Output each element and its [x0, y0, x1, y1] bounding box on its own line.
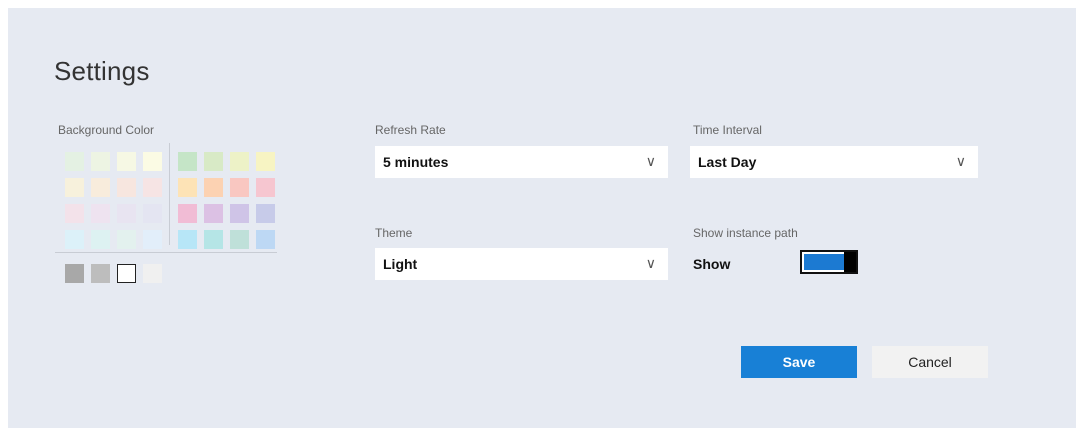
- chevron-down-icon: ∨: [955, 154, 966, 170]
- refresh-rate-value: 5 minutes: [383, 154, 449, 170]
- color-swatch[interactable]: [204, 178, 223, 197]
- toggle-fill: [804, 254, 844, 270]
- color-swatch[interactable]: [117, 204, 136, 223]
- toggle-knob[interactable]: [844, 252, 856, 272]
- color-swatch[interactable]: [143, 204, 162, 223]
- color-swatch[interactable]: [143, 152, 162, 171]
- color-swatch[interactable]: [256, 204, 275, 223]
- page-title: Settings: [54, 56, 150, 86]
- color-swatch[interactable]: [143, 178, 162, 197]
- color-swatch[interactable]: [91, 264, 110, 283]
- color-swatch[interactable]: [256, 230, 275, 249]
- color-swatch[interactable]: [230, 204, 249, 223]
- color-swatch[interactable]: [65, 230, 84, 249]
- color-swatch[interactable]: [65, 178, 84, 197]
- color-swatch[interactable]: [204, 230, 223, 249]
- color-swatch[interactable]: [117, 230, 136, 249]
- refresh-rate-label: Refresh Rate: [375, 123, 446, 137]
- color-swatch[interactable]: [143, 264, 162, 283]
- color-swatch[interactable]: [178, 204, 197, 223]
- color-swatch[interactable]: [204, 204, 223, 223]
- color-swatch[interactable]: [230, 178, 249, 197]
- color-swatch[interactable]: [256, 178, 275, 197]
- chevron-down-icon: ∨: [645, 154, 656, 170]
- save-button[interactable]: Save: [741, 346, 857, 378]
- color-swatch[interactable]: [178, 152, 197, 171]
- color-swatch[interactable]: [91, 230, 110, 249]
- show-instance-path-label: Show instance path: [693, 226, 798, 240]
- palette-divider-horizontal: [55, 252, 277, 253]
- show-instance-path-toggle[interactable]: [800, 250, 858, 274]
- color-swatch[interactable]: [143, 230, 162, 249]
- theme-select[interactable]: Light ∨: [375, 248, 668, 280]
- color-swatch[interactable]: [178, 178, 197, 197]
- color-swatch[interactable]: [65, 204, 84, 223]
- theme-label: Theme: [375, 226, 413, 240]
- cancel-button[interactable]: Cancel: [872, 346, 988, 378]
- color-swatch[interactable]: [204, 152, 223, 171]
- time-interval-select[interactable]: Last Day ∨: [690, 146, 978, 178]
- color-swatch[interactable]: [65, 264, 84, 283]
- palette-divider-vertical: [169, 143, 170, 245]
- color-swatch[interactable]: [91, 178, 110, 197]
- theme-value: Light: [383, 256, 418, 272]
- chevron-down-icon: ∨: [645, 256, 656, 272]
- color-swatch[interactable]: [117, 178, 136, 197]
- color-swatch[interactable]: [91, 204, 110, 223]
- color-swatch[interactable]: [178, 230, 197, 249]
- background-color-label: Background Color: [58, 123, 155, 137]
- color-swatch[interactable]: [91, 152, 110, 171]
- time-interval-value: Last Day: [698, 154, 757, 170]
- refresh-rate-select[interactable]: 5 minutes ∨: [375, 146, 668, 178]
- color-swatch[interactable]: [256, 152, 275, 171]
- color-swatch[interactable]: [230, 230, 249, 249]
- show-instance-path-value: Show: [693, 256, 731, 272]
- color-swatch[interactable]: [117, 152, 136, 171]
- color-swatch[interactable]: [65, 152, 84, 171]
- color-swatch[interactable]: [117, 264, 136, 283]
- color-swatch[interactable]: [230, 152, 249, 171]
- time-interval-label: Time Interval: [693, 123, 762, 137]
